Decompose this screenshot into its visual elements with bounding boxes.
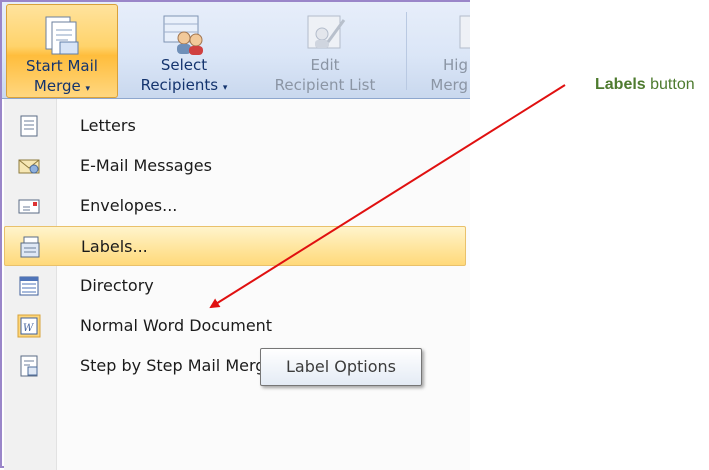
callout-arrow [209, 84, 566, 309]
